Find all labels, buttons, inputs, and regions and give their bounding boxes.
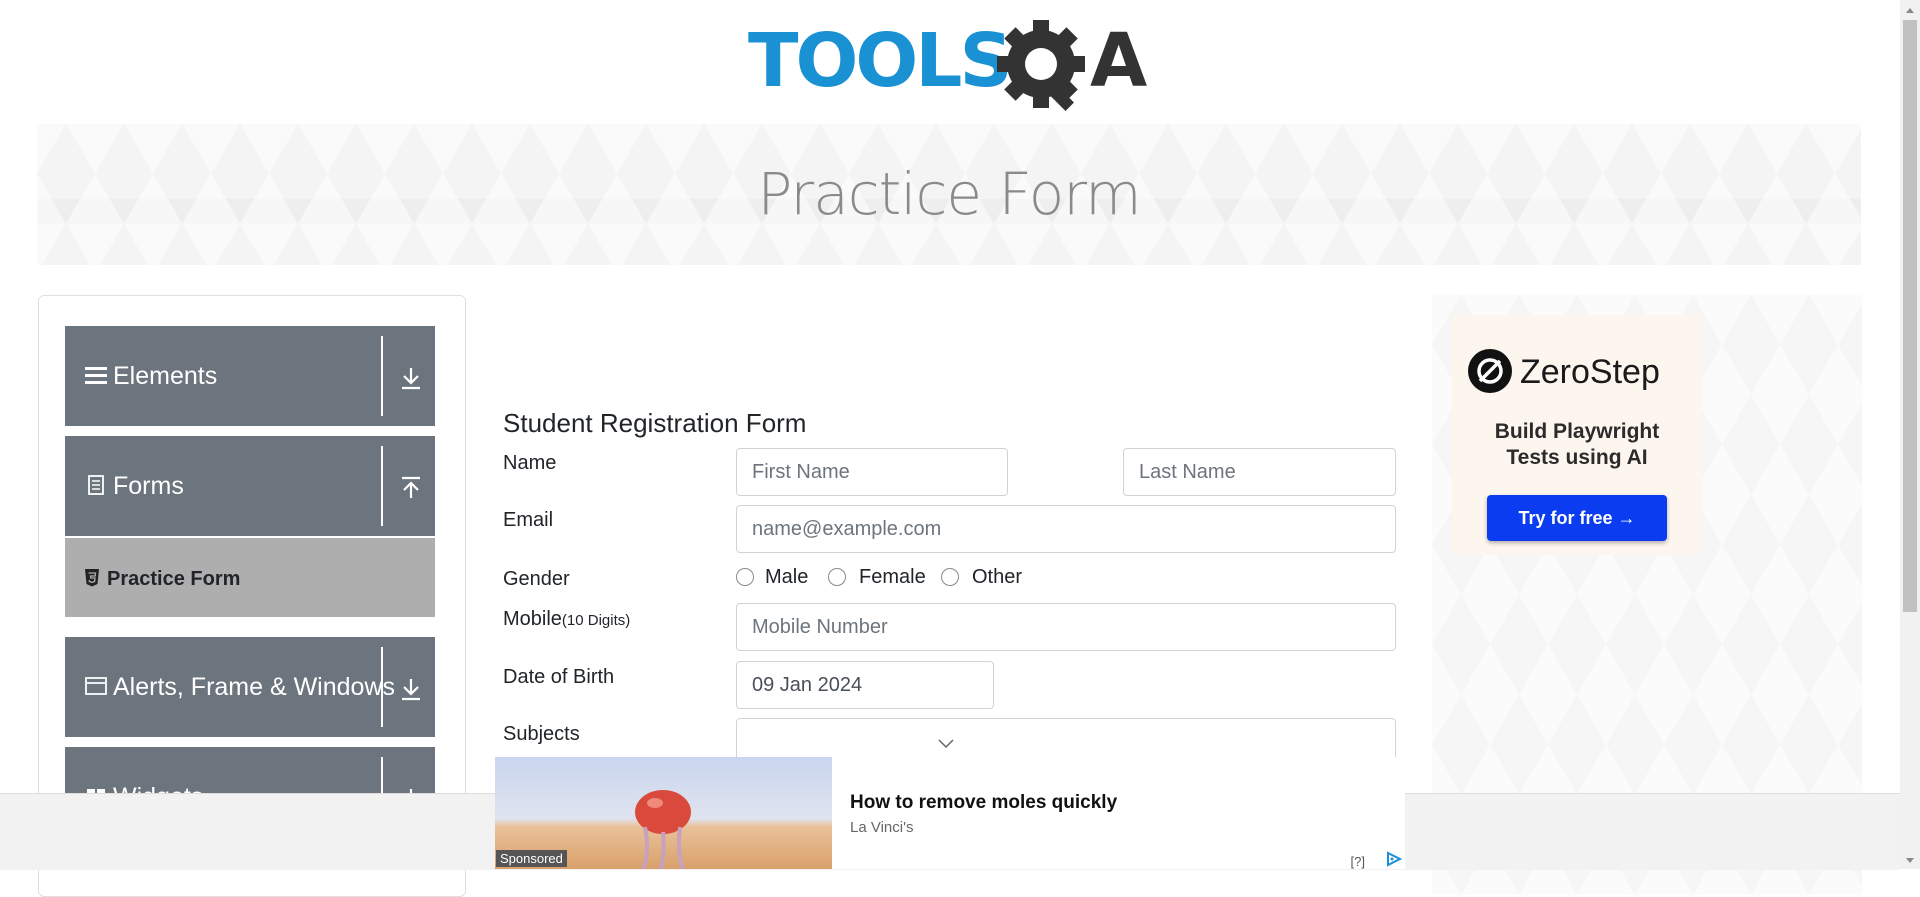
mobile-hint: (10 Digits) bbox=[561, 612, 631, 629]
divider bbox=[381, 647, 383, 727]
page-banner: Practice Form bbox=[37, 124, 1861, 265]
page-title: Practice Form bbox=[757, 160, 1141, 228]
sidebar-group-alerts[interactable]: Alerts, Frame & Windows bbox=[65, 637, 435, 737]
scroll-up-icon[interactable] bbox=[1904, 4, 1916, 16]
email-input[interactable] bbox=[736, 505, 1396, 553]
gender-other-radio[interactable] bbox=[941, 568, 959, 586]
sidebar-item-label: Practice Form bbox=[107, 568, 241, 590]
zerostep-tagline: Build Playwright Tests using AI bbox=[1452, 419, 1702, 471]
scroll-down-icon[interactable] bbox=[1904, 853, 1916, 865]
adchoices-icon[interactable] bbox=[1385, 851, 1403, 867]
hamburger-icon bbox=[85, 364, 107, 386]
mobile-label: Mobile(10 Digits) bbox=[503, 608, 630, 631]
mobile-label-text: Mobile bbox=[503, 608, 562, 630]
divider bbox=[381, 336, 383, 416]
try-for-free-button[interactable]: Try for free → bbox=[1487, 495, 1667, 541]
chevron-down-icon[interactable] bbox=[937, 737, 955, 751]
gender-female-label[interactable]: Female bbox=[859, 566, 926, 589]
dob-label: Date of Birth bbox=[503, 666, 615, 688]
zerostep-ad[interactable]: ZeroStep Build Playwright Tests using AI… bbox=[1452, 315, 1702, 555]
dob-input[interactable] bbox=[736, 661, 994, 709]
mobile-input[interactable] bbox=[736, 603, 1396, 651]
gender-female-radio[interactable] bbox=[828, 568, 846, 586]
sidebar-item-practice-form[interactable]: Practice Form bbox=[65, 538, 435, 617]
toolsqa-logo[interactable]: TOOLS A bbox=[748, 18, 1154, 114]
form-title: Student Registration Form bbox=[503, 408, 807, 438]
download-icon[interactable] bbox=[397, 675, 425, 703]
last-name-input[interactable] bbox=[1123, 448, 1396, 496]
zerostep-brand: ZeroStep bbox=[1520, 353, 1660, 391]
ad-source: La Vinci's bbox=[850, 819, 914, 836]
sidebar-group-forms[interactable]: Forms bbox=[65, 436, 435, 536]
page-scrollbar[interactable] bbox=[1900, 0, 1920, 869]
gender-label: Gender bbox=[503, 568, 570, 590]
ad-info-marker[interactable]: [?] bbox=[1351, 854, 1365, 869]
download-icon[interactable] bbox=[397, 364, 425, 392]
email-label: Email bbox=[503, 509, 554, 531]
subjects-label: Subjects bbox=[503, 723, 580, 745]
sponsored-badge: Sponsored bbox=[496, 850, 567, 867]
document-icon bbox=[85, 474, 107, 496]
upload-icon[interactable] bbox=[397, 474, 425, 502]
html5-icon bbox=[83, 568, 101, 588]
svg-text:TOOLS: TOOLS bbox=[748, 18, 1010, 104]
sidebar-group-label: Elements bbox=[113, 362, 218, 390]
first-name-input[interactable] bbox=[736, 448, 1008, 496]
divider bbox=[381, 446, 383, 526]
gender-male-label[interactable]: Male bbox=[765, 566, 808, 589]
sidebar-group-label: Alerts, Frame & Windows bbox=[113, 673, 396, 701]
name-label: Name bbox=[503, 452, 557, 474]
sidebar-group-label: Forms bbox=[113, 472, 184, 500]
gender-other-label[interactable]: Other bbox=[972, 566, 1022, 589]
tagline-line-1: Build Playwright bbox=[1494, 420, 1660, 443]
bottom-ad[interactable]: Sponsored How to remove moles quickly La… bbox=[495, 757, 1405, 870]
gender-male-radio[interactable] bbox=[736, 568, 754, 586]
ad-image[interactable]: Sponsored bbox=[495, 757, 832, 870]
ad-headline[interactable]: How to remove moles quickly bbox=[850, 792, 1117, 814]
zerostep-logo-icon bbox=[1468, 349, 1512, 393]
svg-text:A: A bbox=[1090, 18, 1147, 104]
scrollbar-thumb[interactable] bbox=[1903, 20, 1917, 612]
window-icon bbox=[85, 675, 107, 697]
sidebar-group-elements[interactable]: Elements bbox=[65, 326, 435, 426]
tagline-line-2: Tests using AI bbox=[1506, 446, 1648, 469]
